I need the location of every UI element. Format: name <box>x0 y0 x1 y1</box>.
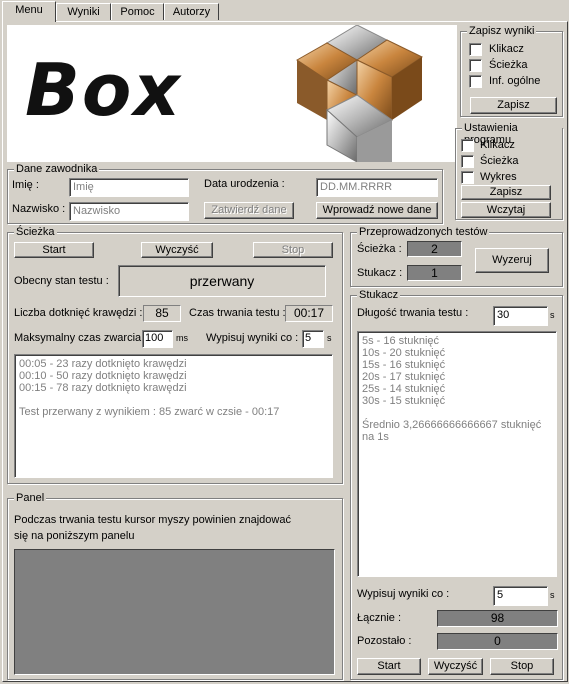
birth-date-label: Data urodzenia : <box>204 178 285 190</box>
settings-wykres-label: Wykres <box>480 171 517 183</box>
test-duration-value: 00:17 <box>285 305 333 322</box>
logo-banner: Box <box>7 25 457 162</box>
tapper-remaining-value: 0 <box>437 633 558 650</box>
path-log-line <box>19 394 328 406</box>
settings-sciezka-label: Ścieżka <box>480 155 519 167</box>
last-name-label: Nazwisko : <box>12 203 66 215</box>
path-title: Ścieżka <box>14 226 57 238</box>
tapper-log-line: 25s - 14 stuknięć <box>362 383 446 395</box>
tab-menu[interactable]: Menu <box>2 1 56 22</box>
tapper-write-every-label: Wypisuj wyniki co : <box>357 588 450 600</box>
player-data-title: Dane zawodnika <box>14 163 100 175</box>
tapper-write-every-unit: s <box>550 590 555 600</box>
logo-text: Box <box>25 48 182 132</box>
panel-instruction-line1: Podczas trwania testu kursor myszy powin… <box>14 514 291 526</box>
path-write-every-input[interactable]: 5 <box>302 330 324 348</box>
settings-group: Ustawienia programu Klikacz Ścieżka Wykr… <box>455 122 563 220</box>
tapper-log-line: Średnio 3,26666666666667 stuknięć <box>362 419 542 431</box>
test-state-value: przerwany <box>118 265 326 297</box>
settings-load-button[interactable]: Wczytaj <box>461 202 551 218</box>
tapper-total-value: 98 <box>437 610 558 627</box>
tapper-duration-unit: s <box>550 310 555 320</box>
tab-autorzy[interactable]: Autorzy <box>164 3 219 20</box>
last-name-input[interactable]: Nazwisko <box>69 202 189 221</box>
save-inf-checkbox[interactable] <box>469 75 482 88</box>
tapper-clear-button[interactable]: Wyczyść <box>428 658 483 675</box>
path-log-line: 00:15 - 78 razy dotknięto krawędzi <box>19 382 187 394</box>
tests-count-title: Przeprowadzonych testów <box>357 226 490 238</box>
max-short-unit: ms <box>176 333 188 343</box>
path-write-every-label: Wypisuj wyniki co : <box>206 332 299 344</box>
tapper-log-line: 15s - 16 stuknięć <box>362 359 446 371</box>
save-results-group: Zapisz wyniki Klikacz Ścieżka Inf. ogóln… <box>460 25 563 117</box>
birth-date-input[interactable]: DD.MM.RRRR <box>316 178 438 197</box>
tapper-group: Stukacz Długość trwania testu : 30 s 5s … <box>350 289 563 680</box>
tab-wyniki[interactable]: Wyniki <box>56 3 111 20</box>
max-short-label: Maksymalny czas zwarcia : <box>14 332 148 344</box>
settings-klikacz-checkbox[interactable] <box>461 139 474 152</box>
settings-wykres-checkbox[interactable] <box>461 171 474 184</box>
settings-klikacz-label: Klikacz <box>480 139 515 151</box>
save-sciezka-checkbox[interactable] <box>469 59 482 72</box>
first-name-label: Imię : <box>12 179 39 191</box>
path-log-line: Test przerwany z wynikiem : 85 zwarć w c… <box>19 406 280 418</box>
save-klikacz-checkbox[interactable] <box>469 43 482 56</box>
tapper-title: Stukacz <box>357 289 401 301</box>
tapper-remaining-label: Pozostało : <box>357 635 412 647</box>
cubes-logo-icon <box>296 25 424 162</box>
settings-save-button[interactable]: Zapisz <box>461 185 551 200</box>
confirm-data-button[interactable]: Zatwierdź dane <box>204 202 294 219</box>
panel-instruction-line2: się na poniższym panelu <box>14 530 135 542</box>
tab-bar: Menu Wyniki Pomoc Autorzy <box>0 0 569 22</box>
edge-touches-label: Liczba dotknięć krawędzi : <box>14 307 143 319</box>
settings-sciezka-checkbox[interactable] <box>461 155 474 168</box>
save-results-title: Zapisz wyniki <box>467 25 537 37</box>
tapper-stop-button[interactable]: Stop <box>490 658 554 675</box>
new-data-button[interactable]: Wprowadź nowe dane <box>316 202 438 219</box>
save-sciezka-label: Ścieżka <box>489 59 528 71</box>
path-group: Ścieżka Start Wyczyść Stop Obecny stan t… <box>7 226 343 484</box>
save-klikacz-label: Klikacz <box>489 43 524 55</box>
path-log[interactable]: 00:05 - 23 razy dotknięto krawędzi 00:10… <box>14 354 333 478</box>
tapper-duration-input[interactable]: 30 <box>493 306 548 326</box>
tests-count-group: Przeprowadzonych testów Ścieżka : 2 Stuk… <box>350 226 563 287</box>
reset-counts-button[interactable]: Wyzeruj <box>475 248 549 273</box>
path-clear-button[interactable]: Wyczyść <box>141 242 213 258</box>
tapper-start-button[interactable]: Start <box>357 658 421 675</box>
path-log-line: 00:10 - 50 razy dotknięto krawędzi <box>19 370 187 382</box>
path-stop-button[interactable]: Stop <box>253 242 333 258</box>
test-duration-label: Czas trwania testu : <box>189 307 286 319</box>
tapper-log-line: na 1s <box>362 431 389 443</box>
max-short-input[interactable]: 100 <box>142 330 173 348</box>
edge-touches-value: 85 <box>143 305 181 322</box>
first-name-input[interactable]: Imię <box>69 178 189 197</box>
mouse-panel-title: Panel <box>14 492 47 504</box>
tapper-total-label: Łącznie : <box>357 612 402 624</box>
save-inf-label: Inf. ogólne <box>489 75 541 87</box>
test-state-label: Obecny stan testu : <box>14 275 109 287</box>
path-write-every-unit: s <box>327 333 332 343</box>
tapper-count-value: 1 <box>407 265 462 281</box>
tapper-duration-label: Długość trwania testu : <box>357 307 469 319</box>
mouse-test-area[interactable] <box>14 549 335 675</box>
tapper-log[interactable]: 5s - 16 stuknięć 10s - 20 stuknięć 15s -… <box>357 331 557 577</box>
tapper-log-line: 20s - 17 stuknięć <box>362 371 446 383</box>
path-count-value: 2 <box>407 241 462 257</box>
tapper-count-label: Stukacz : <box>357 267 403 279</box>
tapper-log-line: 30s - 15 stuknięć <box>362 395 446 407</box>
tab-pomoc[interactable]: Pomoc <box>111 3 164 20</box>
tapper-log-line: 10s - 20 stuknięć <box>362 347 446 359</box>
tapper-log-line <box>362 407 552 419</box>
path-log-line: 00:05 - 23 razy dotknięto krawędzi <box>19 358 187 370</box>
tapper-log-line: 5s - 16 stuknięć <box>362 335 440 347</box>
save-results-button[interactable]: Zapisz <box>470 97 557 114</box>
path-count-label: Ścieżka : <box>357 243 402 255</box>
path-start-button[interactable]: Start <box>14 242 94 258</box>
mouse-panel-group: Panel Podczas trwania testu kursor myszy… <box>7 492 343 680</box>
tapper-write-every-input[interactable]: 5 <box>493 586 548 606</box>
player-data-group: Dane zawodnika Imię : Imię Nazwisko : Na… <box>7 163 443 224</box>
